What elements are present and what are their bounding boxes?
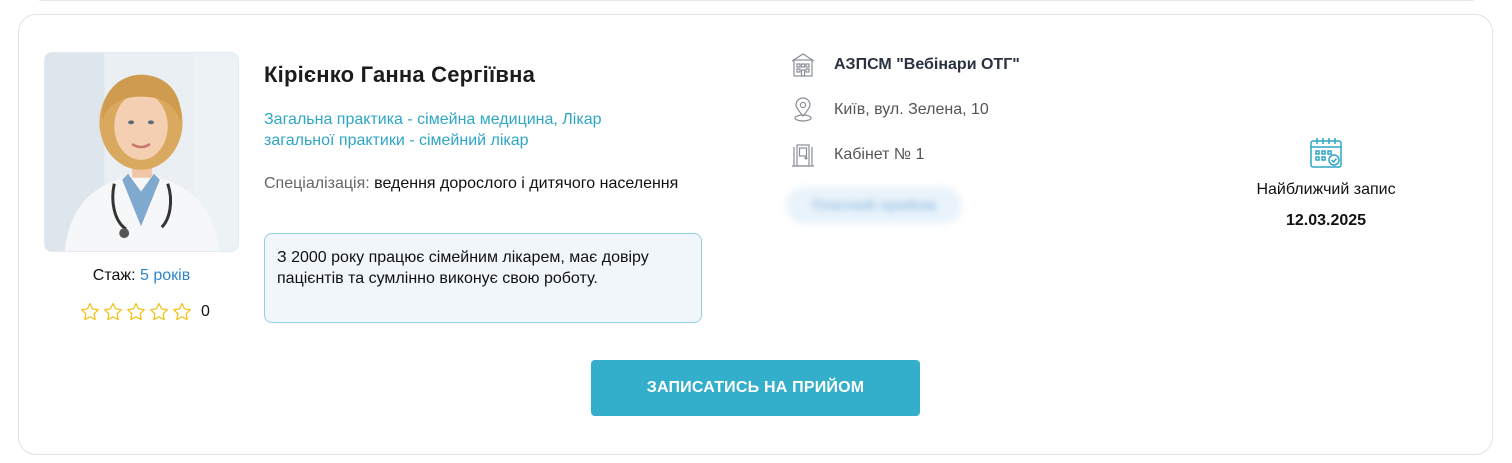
doctor-name: Кірієнко Ганна Сергіївна bbox=[264, 62, 536, 87]
address-text: Київ, вул. Зелена, 10 bbox=[834, 101, 989, 118]
paid-badge-label: Платний прийом bbox=[786, 186, 963, 224]
star-outline-icon[interactable] bbox=[102, 301, 124, 323]
previous-card-edge bbox=[34, 0, 1479, 1]
map-pin-icon bbox=[794, 97, 812, 122]
nearest-label: Найближчий запис bbox=[1256, 181, 1396, 198]
nearest-date: 12.03.2025 bbox=[1285, 212, 1367, 229]
star-outline-icon[interactable] bbox=[148, 301, 170, 323]
experience-label: Стаж: bbox=[92, 267, 136, 284]
specialization: Спеціалізація: ведення дорослого і дитяч… bbox=[264, 173, 684, 194]
doctor-specialty: Загальна практика - сімейна медицина, Лі… bbox=[264, 111, 602, 149]
door-icon bbox=[792, 144, 814, 167]
specialization-value: ведення дорослого і дитячого населення bbox=[374, 175, 679, 192]
rating: 0 bbox=[79, 301, 210, 323]
book-appointment-button[interactable]: ЗАПИСАТИСЬ НА ПРИЙОМ bbox=[591, 360, 920, 416]
organization-name: АЗПСМ "Вебінари ОТГ" bbox=[834, 56, 1020, 73]
nearest-appointment: Найближчий запис 12.03.2025 bbox=[1226, 135, 1426, 230]
calendar-check-icon bbox=[1310, 138, 1342, 168]
clinic-address: Київ, вул. Зелена, 10 bbox=[791, 97, 989, 123]
doctor-photo bbox=[44, 52, 239, 252]
specialization-label: Спеціалізація: bbox=[264, 175, 370, 192]
star-outline-icon[interactable] bbox=[171, 301, 193, 323]
experience: Стаж: 5 років bbox=[44, 267, 239, 285]
star-outline-icon[interactable] bbox=[79, 301, 101, 323]
doctor-card: Стаж: 5 років 0 Кірієнко Ганна Сергіївна… bbox=[18, 14, 1493, 455]
star-outline-icon[interactable] bbox=[125, 301, 147, 323]
paid-badge: Платний прийом bbox=[776, 180, 1016, 230]
rating-count: 0 bbox=[201, 303, 210, 320]
doctor-bio: З 2000 року працює сімейним лікарем, має… bbox=[264, 233, 702, 323]
experience-value: 5 років bbox=[140, 267, 191, 284]
clinic-cabinet: Кабінет № 1 bbox=[791, 142, 924, 168]
cabinet-text: Кабінет № 1 bbox=[834, 146, 925, 163]
clinic-organization: АЗПСМ "Вебінари ОТГ" bbox=[791, 52, 1020, 78]
building-icon bbox=[791, 53, 815, 77]
